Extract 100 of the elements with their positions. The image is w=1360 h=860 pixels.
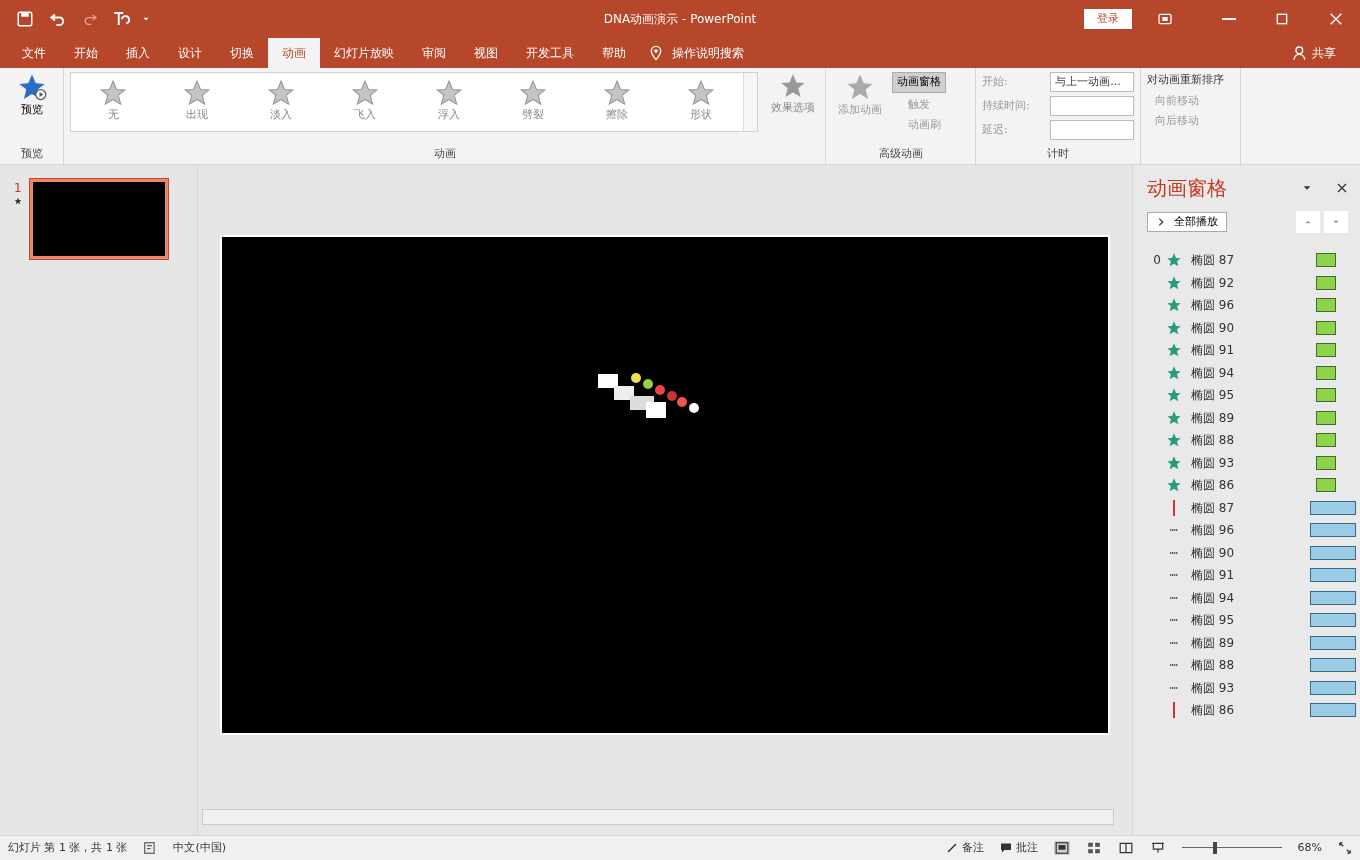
minimize-icon — [1222, 18, 1236, 20]
animation-list-item[interactable]: 椭圆 96 — [1147, 519, 1356, 542]
animation-list-item[interactable]: 0 椭圆 87 — [1147, 249, 1356, 272]
star-icon — [435, 79, 463, 107]
timing-bar — [1316, 320, 1336, 335]
animation-effect[interactable]: 无 — [71, 73, 155, 131]
timing-bar — [1310, 590, 1356, 605]
star-icon — [1166, 387, 1182, 404]
ribbon-tab[interactable]: 开始 — [60, 38, 112, 68]
animation-list-item[interactable]: 椭圆 88 — [1147, 654, 1356, 677]
star-icon — [99, 79, 127, 107]
close-icon — [1336, 182, 1348, 194]
animation-list-item[interactable]: 椭圆 88 — [1147, 429, 1356, 452]
animation-list-item[interactable]: 椭圆 86 — [1147, 699, 1356, 722]
animation-list-item[interactable]: 椭圆 89 — [1147, 631, 1356, 654]
star-icon — [351, 79, 379, 107]
animation-effect[interactable]: 擦除 — [575, 73, 659, 131]
timing-bar — [1310, 523, 1356, 538]
star-icon — [519, 79, 547, 107]
animation-list-item[interactable]: 椭圆 93 — [1147, 676, 1356, 699]
animation-effect[interactable]: 浮入 — [407, 73, 491, 131]
time-field[interactable] — [1050, 96, 1134, 116]
animation-effect[interactable]: 出现 — [155, 73, 239, 131]
ribbon-tab[interactable]: 帮助 — [588, 38, 640, 68]
pane-title: 动画窗格 — [1147, 175, 1227, 202]
animation-list-item[interactable]: 椭圆 94 — [1147, 586, 1356, 609]
maximize-icon — [1274, 11, 1290, 27]
animation-list-item[interactable]: 椭圆 90 — [1147, 316, 1356, 339]
animation-list-item[interactable]: 椭圆 86 — [1147, 474, 1356, 497]
animation-list-item[interactable]: 椭圆 94 — [1147, 361, 1356, 384]
move-up-button[interactable] — [1296, 211, 1320, 233]
timing-bar — [1310, 613, 1356, 628]
ribbon-tab[interactable]: 审阅 — [408, 38, 460, 68]
comments-button[interactable]: 批注 — [999, 839, 1038, 857]
move-down-button[interactable] — [1324, 211, 1348, 233]
star-icon — [1166, 342, 1182, 359]
ribbon-tab[interactable]: 文件 — [8, 38, 60, 68]
star-icon — [1166, 477, 1182, 494]
preview-button[interactable]: 预览 — [16, 72, 47, 119]
star-icon — [1166, 364, 1182, 381]
ribbon-tab[interactable]: 视图 — [460, 38, 512, 68]
play-all-button[interactable]: 全部播放 — [1147, 211, 1227, 233]
star-icon — [1166, 297, 1182, 314]
slider-thumb[interactable] — [1212, 842, 1217, 854]
ribbon-display-icon — [1156, 11, 1174, 27]
timing-bar — [1316, 455, 1336, 470]
animation-list-item[interactable]: 椭圆 96 — [1147, 294, 1356, 317]
tell-me-search[interactable]: 操作说明搜索 — [672, 44, 744, 62]
ribbon-tab[interactable]: 开发工具 — [512, 38, 588, 68]
gallery-scrollbar[interactable] — [743, 73, 757, 131]
timing-bar — [1310, 680, 1356, 695]
share-button[interactable]: 共享 — [1312, 44, 1336, 62]
ribbon-tab[interactable]: 设计 — [164, 38, 216, 68]
timing-bar — [1310, 500, 1356, 515]
timing-bar — [1316, 388, 1336, 403]
star-icon — [687, 79, 715, 107]
animation-pane-button[interactable]: 动画窗格 — [892, 72, 946, 93]
notes-button[interactable]: 备注 — [945, 839, 984, 857]
time-field[interactable] — [1050, 120, 1134, 140]
animation-list-item[interactable]: 椭圆 89 — [1147, 406, 1356, 429]
field-label: 延迟: — [982, 121, 1009, 138]
animation-list-item[interactable]: 椭圆 87 — [1147, 496, 1356, 519]
down-arrow-icon — [1332, 218, 1340, 226]
timing-bar — [1310, 545, 1356, 560]
chevron-icon — [1156, 217, 1166, 227]
slide-number: 1 — [14, 180, 22, 197]
animation-list-item[interactable]: 椭圆 93 — [1147, 451, 1356, 474]
animation-list-item[interactable]: 椭圆 95 — [1147, 384, 1356, 407]
timing-bar — [1316, 253, 1336, 268]
animation-list-item[interactable]: 椭圆 91 — [1147, 339, 1356, 362]
animation-effect[interactable]: 淡入 — [239, 73, 323, 131]
language-indicator[interactable]: 中文(中国) — [173, 839, 227, 857]
animation-effect[interactable]: 形状 — [659, 73, 743, 131]
ribbon-tab[interactable]: 动画 — [268, 38, 320, 68]
animation-effect[interactable]: 飞入 — [323, 73, 407, 131]
group-label: 高级动画 — [877, 145, 924, 162]
time-field[interactable]: 与上一动画... — [1050, 72, 1134, 92]
reading-view-icon — [1117, 841, 1134, 855]
slide-thumbnail[interactable] — [30, 179, 168, 259]
comment-icon — [999, 842, 1012, 854]
animation-effect[interactable]: 劈裂 — [491, 73, 575, 131]
timing-bar — [1310, 703, 1356, 718]
zoom-slider[interactable] — [1181, 842, 1282, 854]
animation-list-item[interactable]: 椭圆 95 — [1147, 609, 1356, 632]
timing-bar — [1316, 298, 1336, 313]
timing-bar — [1310, 658, 1356, 673]
animation-list-item[interactable]: 椭圆 90 — [1147, 541, 1356, 564]
star-icon — [1166, 274, 1182, 291]
horizontal-scrollbar[interactable] — [202, 809, 1114, 825]
sign-in-button[interactable]: 登录 — [1084, 8, 1132, 30]
group-label: 计时 — [1046, 145, 1070, 162]
animation-list-item[interactable]: 椭圆 91 — [1147, 564, 1356, 587]
animation-list-item[interactable]: 椭圆 92 — [1147, 271, 1356, 294]
slide-sorter-icon — [1085, 841, 1102, 855]
zoom-level[interactable]: 68% — [1297, 839, 1322, 857]
star-icon — [1166, 252, 1182, 269]
group-label: 动画 — [432, 145, 457, 162]
ribbon-tab[interactable]: 幻灯片放映 — [320, 38, 408, 68]
ribbon-tab[interactable]: 插入 — [112, 38, 164, 68]
ribbon-tab[interactable]: 切换 — [216, 38, 268, 68]
